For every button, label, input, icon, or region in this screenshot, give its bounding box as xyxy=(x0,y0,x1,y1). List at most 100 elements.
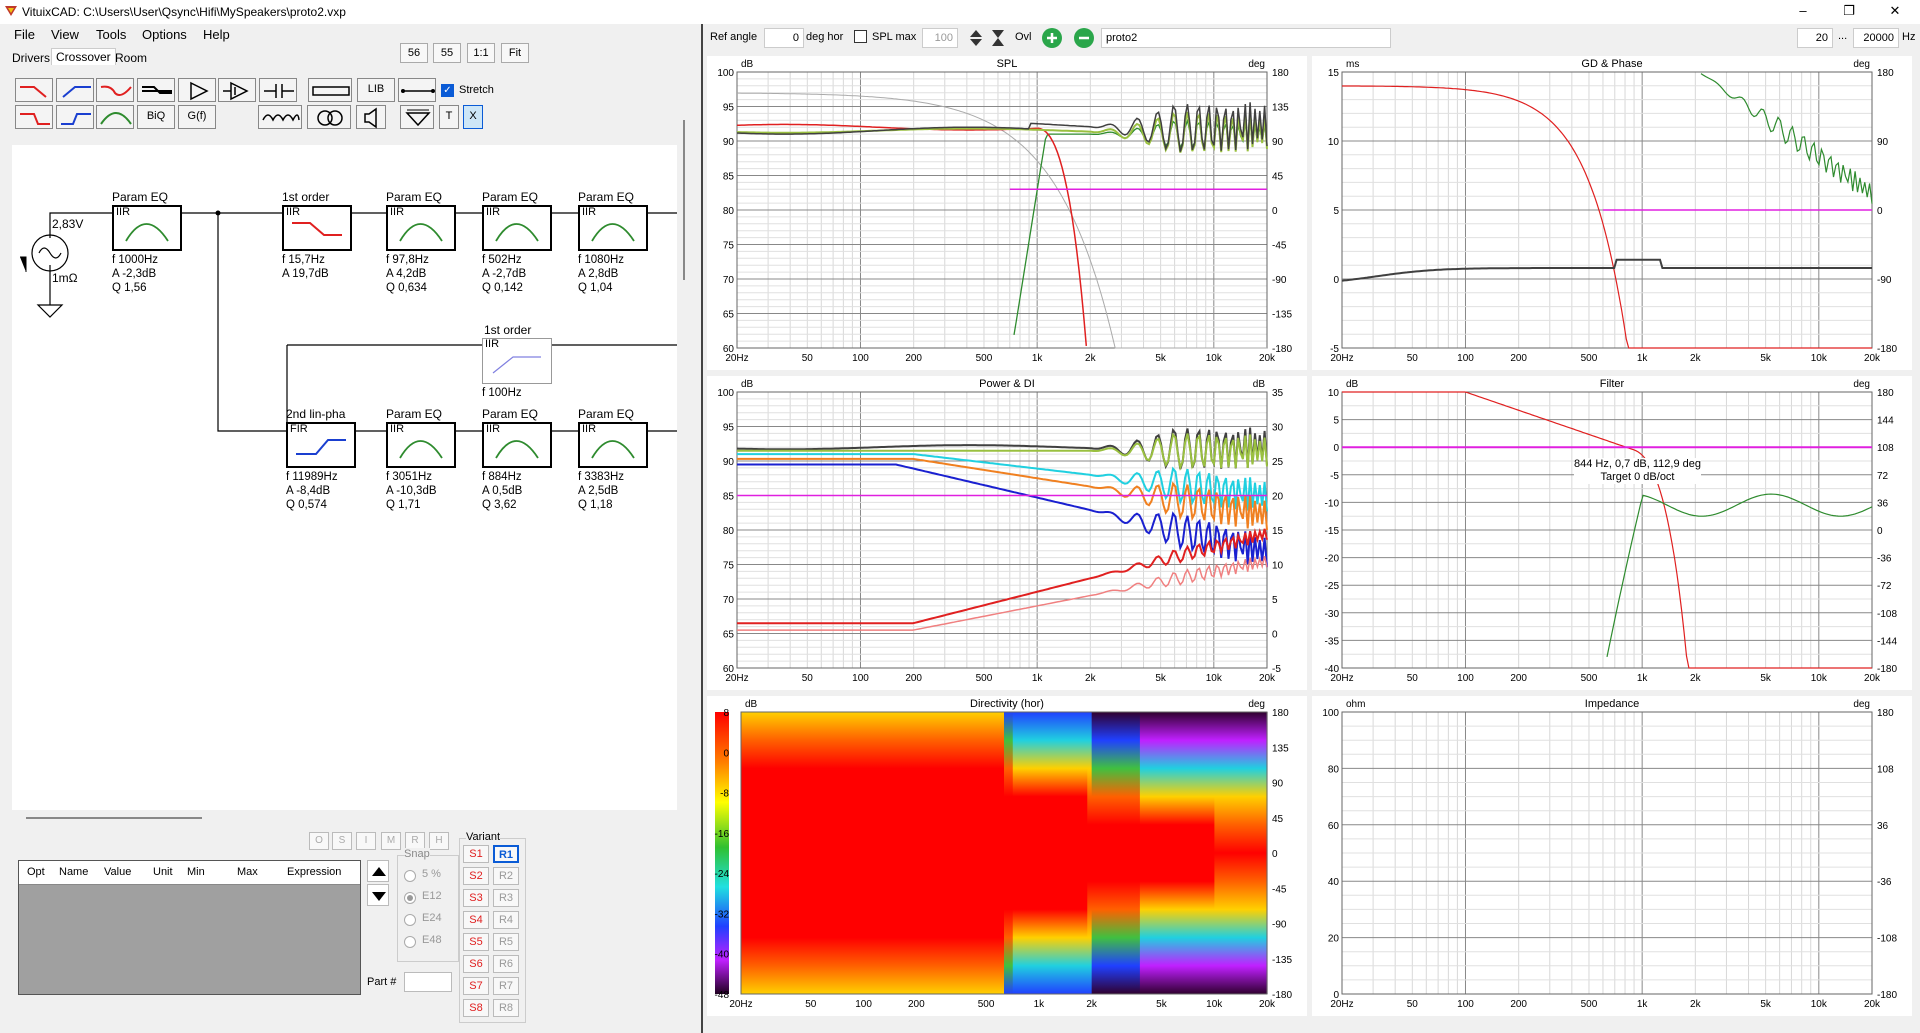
opt-m-button[interactable]: M xyxy=(381,832,401,850)
variant-r7-button[interactable]: R7 xyxy=(493,977,519,995)
biquad-button[interactable]: BiQ xyxy=(137,105,175,129)
menu-tools[interactable]: Tools xyxy=(96,27,126,42)
menu-help[interactable]: Help xyxy=(203,27,230,42)
variant-s8-button[interactable]: S8 xyxy=(463,999,489,1017)
block-param-eq-7[interactable]: Param EQ IIR f 3383Hz A 2,5dB Q 1,18 xyxy=(578,407,650,511)
block-param-eq-3[interactable]: Param EQ IIR f 502Hz A -2,7dB Q 0,142 xyxy=(482,190,554,294)
parameter-table[interactable]: Opt Name Value Unit Min Max Expression xyxy=(18,860,361,995)
block-param-eq-2[interactable]: Param EQ IIR f 97,8Hz A 4,2dB Q 0,634 xyxy=(386,190,458,294)
block-param-eq-1[interactable]: Param EQ IIR f 1000Hz A -2,3dB Q 1,56 xyxy=(112,190,184,294)
lowpass2-tool-button[interactable] xyxy=(15,105,53,129)
lowpass-tool-button[interactable] xyxy=(15,78,53,102)
close-button[interactable]: ✕ xyxy=(1872,0,1918,24)
cross-tool-button[interactable]: X xyxy=(463,105,483,129)
wire-tool-button[interactable] xyxy=(398,78,436,102)
peq-tool-button[interactable] xyxy=(96,105,134,129)
snap-e48-radio[interactable] xyxy=(404,936,416,948)
tab-room[interactable]: Room xyxy=(111,50,151,66)
overlay-name-field[interactable]: proto2 xyxy=(1101,28,1391,48)
heatmap-column xyxy=(1065,712,1071,994)
zoom-55-button[interactable]: 55 xyxy=(433,43,461,63)
ref-angle-field[interactable]: 0 xyxy=(764,28,804,48)
variant-r4-button[interactable]: R4 xyxy=(493,911,519,929)
block-param-eq-5[interactable]: Param EQ IIR f 3051Hz A -10,3dB Q 1,71 xyxy=(386,407,458,511)
opt-o-button[interactable]: O xyxy=(309,832,329,850)
gf-button[interactable]: G(f) xyxy=(178,105,216,129)
block-2nd-lin-pha[interactable]: 2nd lin-pha FIR f 11989Hz A -8,4dB Q 0,5… xyxy=(286,407,358,511)
power-di-graph[interactable]: Power & DI dB dB 100 95 90 85 80 75 70 65 60 35 30 25 2… xyxy=(707,376,1307,690)
variant-r8-button[interactable]: R8 xyxy=(493,999,519,1017)
add-overlay-button[interactable] xyxy=(1042,28,1062,48)
heatmap-column xyxy=(968,712,974,994)
minimize-button[interactable]: – xyxy=(1780,0,1826,24)
snap-e12-radio[interactable] xyxy=(404,892,416,904)
variant-r3-button[interactable]: R3 xyxy=(493,889,519,907)
variant-s3-button[interactable]: S3 xyxy=(463,889,489,907)
variant-s1-button[interactable]: S1 xyxy=(463,845,489,863)
spl-max-checkbox[interactable] xyxy=(854,30,867,43)
menu-file[interactable]: File xyxy=(14,27,35,42)
inductor-tool-button[interactable] xyxy=(258,105,302,129)
stretch-checkbox[interactable]: ✓ xyxy=(441,84,454,97)
capacitor-tool-button[interactable] xyxy=(259,78,297,102)
variant-s7-button[interactable]: S7 xyxy=(463,977,489,995)
variant-r1-button[interactable]: R1 xyxy=(493,845,519,863)
block-1st-order-1[interactable]: 1st order IIR f 15,7Hz A 19,7dB xyxy=(282,190,354,290)
snap-e24-radio[interactable] xyxy=(404,914,416,926)
opt-h-button[interactable]: H xyxy=(429,832,449,850)
zoom-fit-button[interactable]: Fit xyxy=(501,43,529,63)
ovl-label: Ovl xyxy=(1015,31,1032,43)
highpass2-tool-button[interactable] xyxy=(56,105,94,129)
canvas-vscrollbar[interactable] xyxy=(683,120,685,280)
zoom-56-button[interactable]: 56 xyxy=(400,43,428,63)
buffer-tool-button[interactable] xyxy=(178,78,216,102)
spl-max-spinner[interactable] xyxy=(968,28,984,48)
snap-5pct-radio[interactable] xyxy=(404,870,416,882)
impedance-graph[interactable]: Impedance ohm deg 100 80 60 40 20 0 180 108 36 -36 -1… xyxy=(1312,696,1912,1016)
freq-max-field[interactable]: 20000 xyxy=(1853,28,1899,48)
shelf-tool-button[interactable] xyxy=(137,78,175,102)
spl-max-field[interactable]: 100 xyxy=(922,28,958,48)
maximize-button[interactable]: ❐ xyxy=(1826,0,1872,24)
driver-tool-button[interactable] xyxy=(356,105,386,129)
variant-r2-button[interactable]: R2 xyxy=(493,867,519,885)
block-1st-order-2[interactable]: 1st order IIR f 100Hz xyxy=(482,323,554,403)
opt-s-button[interactable]: S xyxy=(332,832,352,850)
freq-min-field[interactable]: 20 xyxy=(1797,28,1833,48)
gd-phase-graph[interactable]: GD & Phase ms deg 15 10 5 0 -5 180 90 0 -90 -180 20Hz… xyxy=(1312,56,1912,370)
text-tool-button[interactable]: T xyxy=(439,105,459,129)
tab-drivers[interactable]: Drivers xyxy=(8,50,54,66)
variant-s2-button[interactable]: S2 xyxy=(463,867,489,885)
schematic-canvas[interactable]: 2,83V 1mΩ Param EQ IIR f 1000Hz A -2,3dB… xyxy=(12,145,677,810)
menu-options[interactable]: Options xyxy=(142,27,187,42)
variant-s6-button[interactable]: S6 xyxy=(463,955,489,973)
resistor-tool-button[interactable] xyxy=(308,78,352,102)
spl-graph[interactable]: SPL dB deg 100 95 90 85 80 75 70 65 60 180 135 90 45 0 -4… xyxy=(707,56,1307,370)
highpass-tool-button[interactable] xyxy=(56,78,94,102)
block-param-eq-4[interactable]: Param EQ IIR f 1080Hz A 2,8dB Q 1,04 xyxy=(578,190,650,294)
opt-i-button[interactable]: I xyxy=(356,832,376,850)
hourglass-button[interactable] xyxy=(990,28,1006,48)
library-button[interactable]: LIB xyxy=(357,78,395,102)
tick-label-right: -45 xyxy=(1272,241,1287,252)
variant-s5-button[interactable]: S5 xyxy=(463,933,489,951)
tab-crossover[interactable]: Crossover xyxy=(51,48,116,65)
remove-overlay-button[interactable] xyxy=(1074,28,1094,48)
part-number-field[interactable] xyxy=(404,972,452,992)
transformer-tool-button[interactable] xyxy=(307,105,351,129)
panel-splitter[interactable] xyxy=(701,24,703,1033)
allpass-tool-button[interactable] xyxy=(96,78,134,102)
menu-view[interactable]: View xyxy=(51,27,79,42)
canvas-hscrollbar[interactable] xyxy=(26,817,202,819)
variant-r6-button[interactable]: R6 xyxy=(493,955,519,973)
ground-tool-button[interactable] xyxy=(400,105,434,129)
summing-tool-button[interactable] xyxy=(218,78,256,102)
variant-r5-button[interactable]: R5 xyxy=(493,933,519,951)
zoom-1to1-button[interactable]: 1:1 xyxy=(467,43,495,63)
block-param-eq-6[interactable]: Param EQ IIR f 884Hz A 0,5dB Q 3,62 xyxy=(482,407,554,511)
move-up-button[interactable] xyxy=(367,860,389,882)
filter-graph[interactable]: Filter dB deg 10 5 0 -5 -10 -15 -20 -25 -30 -35 -40 18… xyxy=(1312,376,1912,690)
variant-s4-button[interactable]: S4 xyxy=(463,911,489,929)
directivity-graph[interactable]: Directivity (hor) dB deg 8 0 -8 -16 -24 -32 -40 -4… xyxy=(707,696,1307,1016)
move-down-button[interactable] xyxy=(367,884,389,906)
